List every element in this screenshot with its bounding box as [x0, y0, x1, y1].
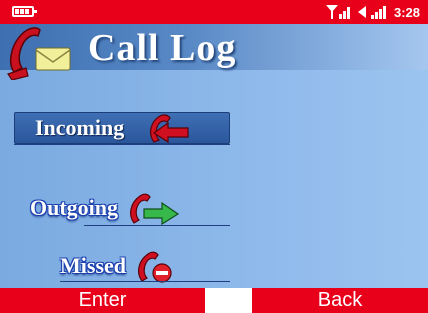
divider	[84, 225, 230, 226]
menu-item-incoming[interactable]: Incoming	[14, 112, 230, 144]
divider	[14, 144, 230, 145]
phone-envelope-icon	[7, 27, 71, 80]
phone-incoming-arrow-icon	[150, 114, 189, 144]
page-title: Call Log	[88, 27, 237, 69]
menu-item-label: Missed	[60, 253, 126, 278]
back-softkey[interactable]: Back	[252, 288, 428, 313]
phone-screen: 3:28 Call Log Incoming Outgoing Missed E…	[0, 0, 428, 313]
signal-bars-icon	[325, 5, 350, 19]
menu-item-missed[interactable]: Missed	[60, 251, 174, 283]
divider	[60, 281, 230, 282]
softkey-bar: Enter Back	[0, 288, 428, 313]
menu-item-outgoing[interactable]: Outgoing	[30, 193, 180, 225]
call-log-content: Call Log Incoming Outgoing Missed	[0, 24, 428, 288]
speaker-signal-icon	[357, 5, 386, 19]
menu-item-label: Outgoing	[30, 195, 119, 220]
status-bar: 3:28	[0, 0, 428, 24]
menu-item-label: Incoming	[35, 115, 125, 140]
phone-outgoing-arrow-icon	[130, 193, 180, 225]
enter-softkey[interactable]: Enter	[0, 288, 205, 313]
antenna-icon	[325, 5, 338, 19]
status-icons: 3:28	[325, 3, 420, 21]
phone-missed-icon	[138, 251, 172, 283]
status-time: 3:28	[393, 4, 420, 20]
speaker-icon	[357, 6, 366, 18]
battery-icon	[12, 6, 37, 17]
